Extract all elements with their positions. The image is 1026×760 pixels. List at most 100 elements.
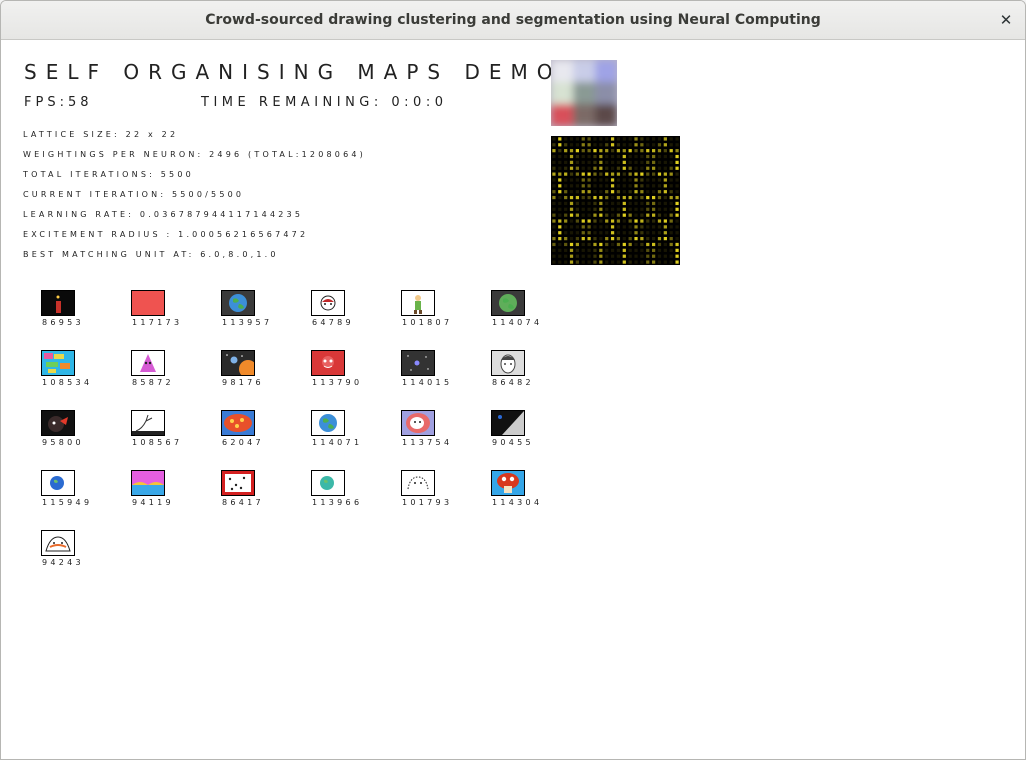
u-matrix-dot [640, 254, 644, 258]
u-matrix-dot [652, 172, 656, 176]
earth-globe-icon [311, 410, 345, 436]
u-matrix-dot [552, 242, 556, 247]
drawing-cell: 95800 [41, 410, 101, 460]
u-matrix-dot [599, 219, 603, 223]
u-matrix-dot [675, 201, 679, 206]
drawing-id-label: 90455 [492, 438, 534, 447]
u-matrix-dot [628, 248, 632, 252]
u-matrix-dot [628, 143, 632, 147]
u-matrix-dot [622, 190, 626, 194]
u-matrix-dot [646, 248, 650, 252]
u-matrix-dot [605, 248, 609, 252]
u-matrix-dot [634, 248, 638, 252]
u-matrix-dot [575, 166, 579, 170]
u-matrix-dot [657, 242, 662, 247]
u-matrix-dot [587, 137, 591, 141]
u-matrix-dot [564, 178, 568, 182]
u-matrix-dot [669, 160, 673, 164]
u-matrix-dot [575, 237, 579, 241]
u-matrix-dot [552, 166, 556, 170]
u-matrix-dot [552, 172, 556, 176]
title-bar[interactable]: Crowd-sourced drawing clustering and seg… [1, 1, 1025, 40]
u-matrix-dot [569, 201, 574, 206]
u-matrix-dot [675, 242, 679, 247]
u-matrix-dot [616, 242, 621, 247]
drawing-id-label: 86417 [222, 498, 264, 507]
u-matrix-dot [628, 207, 632, 211]
u-matrix-dot [575, 219, 579, 223]
u-matrix-dot [587, 160, 591, 164]
u-matrix-dot [646, 213, 650, 217]
u-matrix-dot [587, 184, 591, 188]
drawing-cell: 115949 [41, 470, 101, 520]
u-matrix-dot [663, 149, 667, 153]
u-matrix-dot [610, 219, 615, 223]
u-matrix-dot [610, 201, 615, 206]
u-matrix-dot [610, 225, 615, 229]
u-matrix-dot [646, 149, 650, 153]
u-matrix-dot [622, 184, 626, 188]
u-matrix-dot [575, 242, 579, 247]
close-button[interactable]: ✕ [995, 9, 1017, 31]
time-remaining: TIME REMAINING: 0:0:0 [201, 95, 448, 110]
u-matrix-dot [622, 201, 626, 206]
u-matrix-dot [564, 166, 568, 170]
u-matrix-dot [657, 237, 662, 241]
u-matrix-dot [558, 149, 562, 153]
u-matrix-dot [558, 207, 562, 211]
u-matrix-dot [622, 160, 626, 164]
u-matrix-dot [552, 149, 556, 153]
u-matrix-dot [616, 213, 621, 217]
u-matrix-dot [657, 248, 662, 252]
u-matrix-dot [552, 160, 556, 164]
u-matrix-dot [593, 248, 597, 252]
u-matrix-dot [564, 201, 568, 206]
u-matrix-dot [569, 190, 574, 194]
u-matrix-dot [628, 172, 632, 176]
u-matrix-dot [593, 149, 597, 153]
pink-creature-icon [131, 350, 165, 376]
u-matrix-dot [646, 137, 650, 141]
u-matrix-dot [616, 172, 621, 176]
u-matrix-dot [640, 207, 644, 211]
bmu-preview-image [551, 60, 617, 126]
drawing-id-label: 108534 [42, 378, 93, 387]
drawing-cell: 113966 [311, 470, 371, 520]
stat-current-iteration: CURRENT ITERATION: 5500/5500 [23, 190, 245, 199]
u-matrix-dot [605, 143, 609, 147]
u-matrix-dot [599, 231, 603, 235]
u-matrix-dot [610, 248, 615, 252]
u-matrix-dot [675, 219, 679, 223]
u-matrix-dot [628, 195, 632, 200]
u-matrix-dot [581, 225, 585, 229]
u-matrix-dot [558, 237, 562, 241]
u-matrix-dot [640, 201, 644, 206]
u-matrix-dot [628, 166, 632, 170]
u-matrix-dot [616, 178, 621, 182]
u-matrix-dot [640, 149, 644, 153]
mushroom-pattern-icon [221, 410, 255, 436]
u-matrix-dot [616, 207, 621, 211]
u-matrix-dot [558, 219, 562, 223]
u-matrix-dot [663, 190, 667, 194]
u-matrix-dot [669, 166, 673, 170]
u-matrix-dot [640, 143, 644, 147]
u-matrix-dot [628, 213, 632, 217]
u-matrix-dot [663, 231, 667, 235]
u-matrix-dot [581, 143, 585, 147]
u-matrix-dot [634, 231, 638, 235]
u-matrix-dot [599, 225, 603, 229]
cartoon-face-icon [311, 290, 345, 316]
u-matrix-dot [657, 149, 662, 153]
u-matrix-dot [587, 149, 591, 153]
u-matrix-dot [552, 248, 556, 252]
u-matrix-dot [581, 219, 585, 223]
u-matrix-dot [575, 213, 579, 217]
u-matrix-dot [675, 137, 679, 141]
u-matrix-dot [569, 213, 574, 217]
drawing-cell: 86953 [41, 290, 101, 340]
u-matrix-dot [634, 260, 638, 264]
u-matrix-dot [581, 213, 585, 217]
u-matrix-dot [652, 190, 656, 194]
u-matrix-dot [593, 207, 597, 211]
